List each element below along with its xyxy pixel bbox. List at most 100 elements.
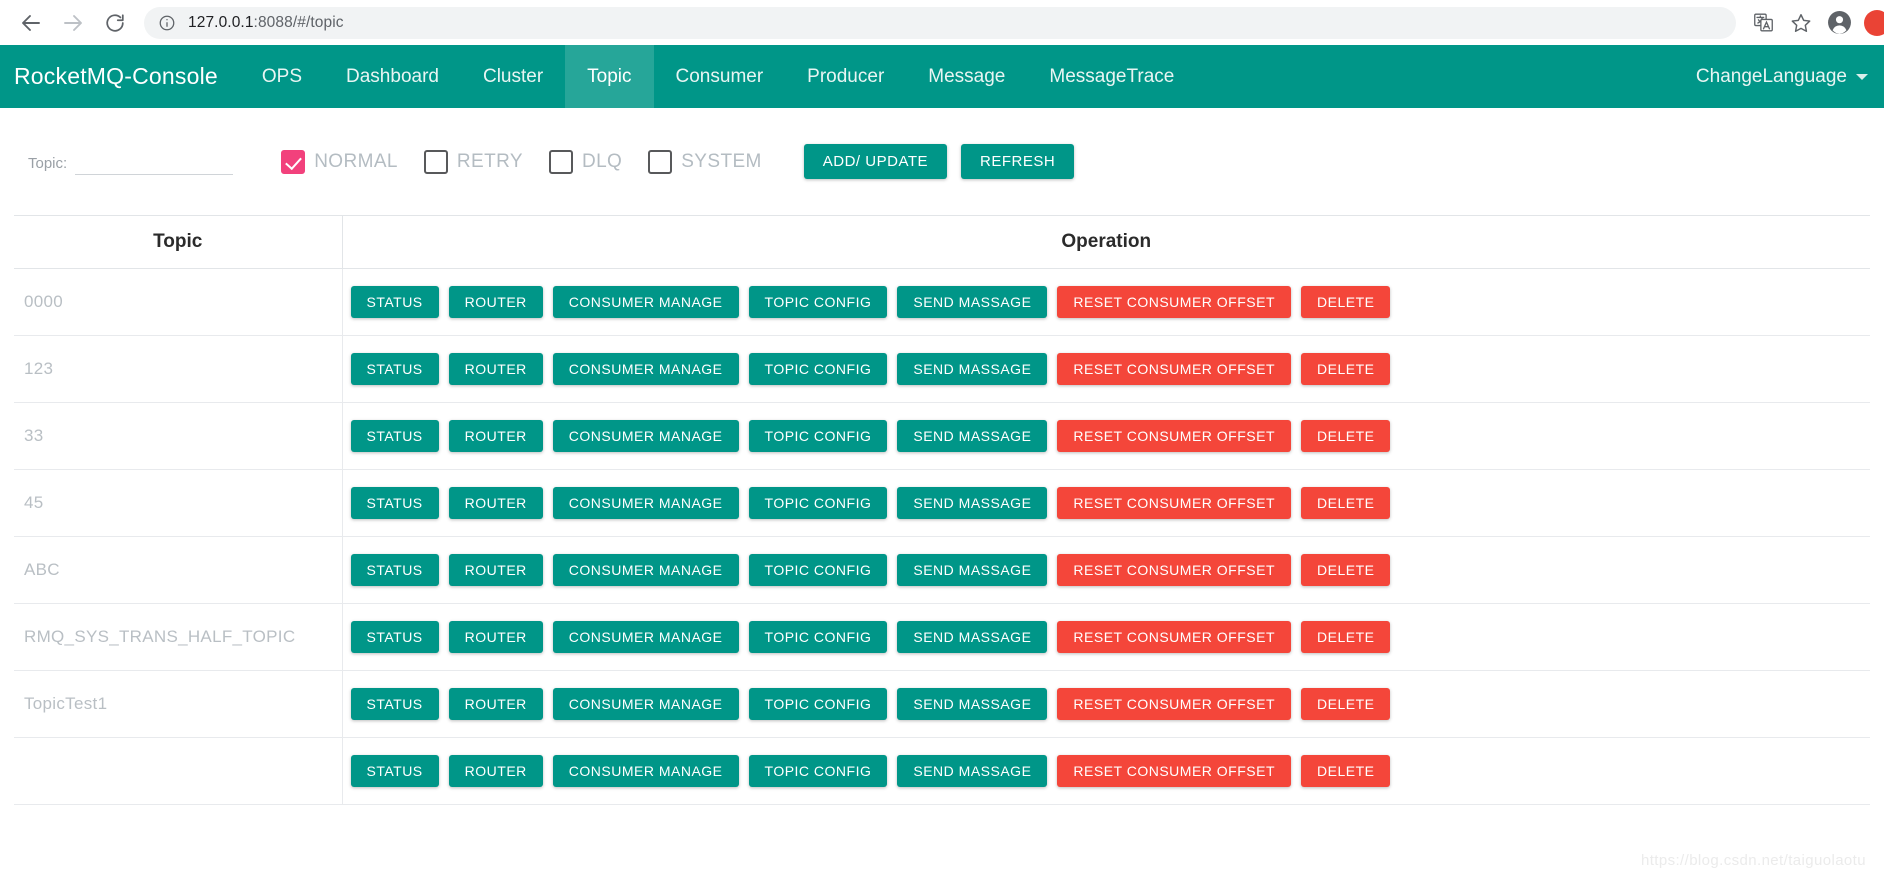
send-massage-button[interactable]: SEND MASSAGE [897, 688, 1048, 720]
send-massage-button[interactable]: SEND MASSAGE [897, 286, 1048, 318]
send-massage-button[interactable]: SEND MASSAGE [897, 621, 1048, 653]
reset-consumer-offset-button[interactable]: RESET CONSUMER OFFSET [1057, 420, 1291, 452]
delete-button[interactable]: DELETE [1301, 554, 1391, 586]
reset-consumer-offset-button[interactable]: RESET CONSUMER OFFSET [1057, 286, 1291, 318]
router-button[interactable]: ROUTER [448, 554, 543, 586]
topic-config-button[interactable]: TOPIC CONFIG [748, 286, 888, 318]
status-button[interactable]: STATUS [350, 487, 439, 519]
topic-config-button[interactable]: TOPIC CONFIG [748, 554, 888, 586]
reset-consumer-offset-button[interactable]: RESET CONSUMER OFFSET [1057, 487, 1291, 519]
delete-button[interactable]: DELETE [1301, 688, 1391, 720]
status-button[interactable]: STATUS [350, 621, 439, 653]
checkbox-system[interactable]: SYSTEM [648, 149, 762, 174]
topic-search-input[interactable] [75, 148, 234, 175]
address-bar[interactable]: 127.0.0.1:8088/#/topic [144, 6, 1736, 39]
reset-consumer-offset-button[interactable]: RESET CONSUMER OFFSET [1057, 554, 1291, 586]
topic-config-button[interactable]: TOPIC CONFIG [748, 621, 888, 653]
nav-item-dashboard[interactable]: Dashboard [324, 45, 461, 108]
reset-consumer-offset-button[interactable]: RESET CONSUMER OFFSET [1057, 621, 1291, 653]
topic-table: Topic Operation 0000 STATUS ROUTER CONSUMER… [14, 215, 1870, 805]
consumer-manage-button[interactable]: CONSUMER MANAGE [552, 487, 739, 519]
star-bookmark-icon[interactable] [1782, 4, 1820, 42]
checkbox-normal[interactable]: NORMAL [281, 149, 398, 174]
table-cell-topic: RMQ_SYS_TRANS_HALF_TOPIC [14, 603, 343, 671]
send-massage-button[interactable]: SEND MASSAGE [897, 353, 1048, 385]
delete-button[interactable]: DELETE [1301, 353, 1391, 385]
router-button[interactable]: ROUTER [448, 353, 543, 385]
consumer-manage-button[interactable]: CONSUMER MANAGE [552, 353, 739, 385]
refresh-button[interactable]: REFRESH [961, 144, 1075, 179]
add-update-button[interactable]: ADD/ UPDATE [803, 144, 947, 179]
checkbox-dlq-box[interactable] [548, 149, 573, 174]
checkbox-system-box[interactable] [648, 149, 673, 174]
router-button[interactable]: ROUTER [448, 688, 543, 720]
router-button[interactable]: ROUTER [448, 621, 543, 653]
checkbox-retry[interactable]: RETRY [423, 149, 523, 174]
nav-item-cluster[interactable]: Cluster [461, 45, 565, 108]
profile-avatar-icon[interactable] [1820, 4, 1858, 42]
table-cell-operations: STATUS ROUTER CONSUMER MANAGE TOPIC CONFIG S… [342, 268, 1870, 336]
page-root: 127.0.0.1:8088/#/topic RocketMQ-Console [0, 0, 1884, 881]
status-button[interactable]: STATUS [350, 755, 439, 787]
table-cell-topic: 45 [14, 469, 343, 537]
send-massage-button[interactable]: SEND MASSAGE [897, 554, 1048, 586]
nav-items: OPS Dashboard Cluster Topic Consumer Pro… [240, 45, 1196, 108]
consumer-manage-button[interactable]: CONSUMER MANAGE [552, 688, 739, 720]
change-language-menu[interactable]: ChangeLanguage [1696, 45, 1868, 108]
reload-icon[interactable] [94, 2, 136, 44]
consumer-manage-button[interactable]: CONSUMER MANAGE [552, 755, 739, 787]
table-row: RMQ_SYS_TRANS_HALF_TOPIC STATUS ROUTER CONS… [14, 603, 1870, 671]
site-info-icon[interactable] [158, 14, 176, 32]
delete-button[interactable]: DELETE [1301, 286, 1391, 318]
router-button[interactable]: ROUTER [448, 286, 543, 318]
router-button[interactable]: ROUTER [448, 420, 543, 452]
router-button[interactable]: ROUTER [448, 755, 543, 787]
reset-consumer-offset-button[interactable]: RESET CONSUMER OFFSET [1057, 353, 1291, 385]
red-circle-extension-icon[interactable] [1864, 9, 1884, 36]
delete-button[interactable]: DELETE [1301, 755, 1391, 787]
table-row: 45 STATUS ROUTER CONSUMER MANAGE TOPIC CONFI… [14, 469, 1870, 537]
consumer-manage-button[interactable]: CONSUMER MANAGE [552, 554, 739, 586]
consumer-manage-button[interactable]: CONSUMER MANAGE [552, 286, 739, 318]
status-button[interactable]: STATUS [350, 286, 439, 318]
status-button[interactable]: STATUS [350, 688, 439, 720]
filter-actions: ADD/ UPDATE REFRESH [803, 144, 1075, 179]
checkbox-dlq-label: DLQ [581, 150, 623, 172]
topic-config-button[interactable]: TOPIC CONFIG [748, 688, 888, 720]
consumer-manage-button[interactable]: CONSUMER MANAGE [552, 621, 739, 653]
topic-config-button[interactable]: TOPIC CONFIG [748, 755, 888, 787]
status-button[interactable]: STATUS [350, 353, 439, 385]
send-massage-button[interactable]: SEND MASSAGE [897, 420, 1048, 452]
nav-item-producer[interactable]: Producer [785, 45, 906, 108]
topic-config-button[interactable]: TOPIC CONFIG [748, 353, 888, 385]
topic-config-button[interactable]: TOPIC CONFIG [748, 487, 888, 519]
topic-config-button[interactable]: TOPIC CONFIG [748, 420, 888, 452]
nav-item-messagetrace[interactable]: MessageTrace [1027, 45, 1196, 108]
nav-item-topic[interactable]: Topic [565, 45, 654, 108]
delete-button[interactable]: DELETE [1301, 621, 1391, 653]
reset-consumer-offset-button[interactable]: RESET CONSUMER OFFSET [1057, 688, 1291, 720]
nav-item-message[interactable]: Message [906, 45, 1027, 108]
operation-button-group: STATUS ROUTER CONSUMER MANAGE TOPIC CONFIG S… [350, 554, 1871, 586]
back-arrow-icon[interactable] [10, 2, 52, 44]
translate-icon[interactable] [1744, 4, 1782, 42]
reset-consumer-offset-button[interactable]: RESET CONSUMER OFFSET [1057, 755, 1291, 787]
checkbox-dlq[interactable]: DLQ [548, 149, 623, 174]
app-brand[interactable]: RocketMQ-Console [0, 45, 240, 108]
send-massage-button[interactable]: SEND MASSAGE [897, 755, 1048, 787]
checkbox-retry-box[interactable] [423, 149, 448, 174]
nav-item-ops[interactable]: OPS [240, 45, 324, 108]
router-button[interactable]: ROUTER [448, 487, 543, 519]
consumer-manage-button[interactable]: CONSUMER MANAGE [552, 420, 739, 452]
table-cell-operations: STATUS ROUTER CONSUMER MANAGE TOPIC CONFIG S… [342, 670, 1870, 738]
status-button[interactable]: STATUS [350, 420, 439, 452]
delete-button[interactable]: DELETE [1301, 487, 1391, 519]
delete-button[interactable]: DELETE [1301, 420, 1391, 452]
checkbox-normal-box[interactable] [281, 149, 306, 174]
send-massage-button[interactable]: SEND MASSAGE [897, 487, 1048, 519]
browser-toolbar: 127.0.0.1:8088/#/topic [0, 0, 1884, 45]
status-button[interactable]: STATUS [350, 554, 439, 586]
nav-item-consumer[interactable]: Consumer [654, 45, 786, 108]
table-cell-operations: STATUS ROUTER CONSUMER MANAGE TOPIC CONFIG S… [342, 603, 1870, 671]
forward-arrow-icon[interactable] [52, 2, 94, 44]
